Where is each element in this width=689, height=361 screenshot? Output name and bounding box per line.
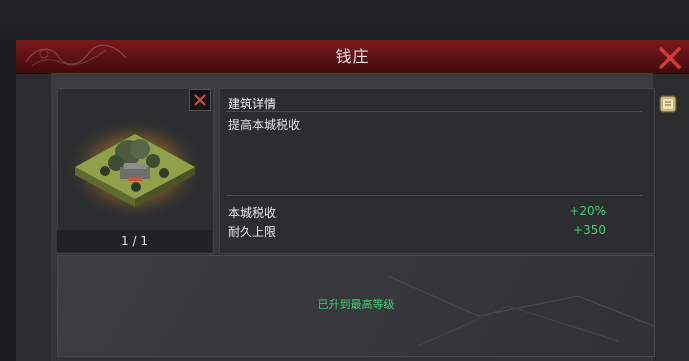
divider [226, 111, 642, 112]
dialog-title: 钱庄 [335, 47, 370, 66]
stat-value-tax: +20% [569, 204, 606, 218]
info-scroll-icon[interactable] [658, 94, 678, 114]
dismiss-button[interactable] [189, 89, 211, 111]
close-icon[interactable] [654, 42, 686, 74]
max-level-status: 已升到最高等级 [317, 298, 395, 311]
stat-label-tax: 本城税收 [228, 206, 277, 220]
divider [226, 195, 642, 196]
stat-label-durability: 耐久上限 [228, 225, 277, 239]
upgrade-panel: 已升到最高等级 [57, 255, 655, 357]
building-details-panel: 建筑详情 提高本城税收 本城税收 +20% 耐久上限 +350 [219, 88, 655, 254]
background-top [0, 0, 689, 40]
building-dialog: 钱庄 1 / 1 建筑详情 提高本城税收 本城税收 +20% 耐久上限 +350… [16, 40, 689, 361]
building-description: 提高本城税收 [228, 118, 301, 132]
title-bar: 钱庄 [16, 40, 689, 74]
page-indicator: 1 / 1 [57, 230, 212, 252]
stat-value-durability: +350 [573, 223, 606, 237]
section-title: 建筑详情 [228, 97, 277, 111]
close-icon [194, 94, 206, 106]
